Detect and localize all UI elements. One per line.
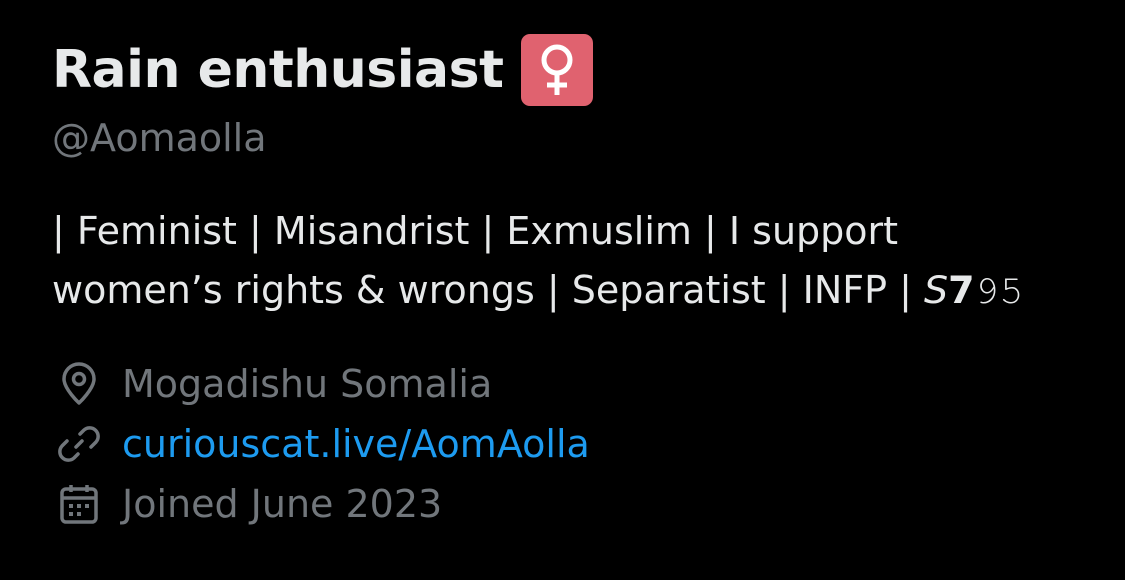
website-row: curiouscat.live/AomAolla: [52, 414, 1102, 474]
location-pin-icon: [54, 359, 104, 409]
location-row: Mogadishu Somalia: [52, 354, 1102, 414]
display-name: Rain enthusiast: [52, 40, 504, 100]
bio-line-2: women’s rights & wrongs | Separatist | I…: [52, 268, 1024, 312]
profile-header: Rain enthusiast @Aomaolla | Feminist | M…: [52, 28, 1102, 534]
link-icon: [54, 419, 104, 469]
female-sign-icon: [521, 34, 594, 106]
username-handle[interactable]: @Aomaolla: [52, 114, 1102, 162]
calendar-icon: [54, 479, 104, 529]
location-text: Mogadishu Somalia: [122, 362, 493, 406]
bio-line-1: | Feminist | Misandrist | Exmuslim | I s…: [52, 209, 899, 253]
name-row: Rain enthusiast: [52, 28, 1102, 112]
profile-bio: | Feminist | Misandrist | Exmuslim | I s…: [52, 202, 1072, 320]
profile-meta: Mogadishu Somalia curiouscat.live/AomAol…: [52, 354, 1102, 534]
joined-date: Joined June 2023: [122, 482, 443, 526]
joined-row: Joined June 2023: [52, 474, 1102, 534]
website-link[interactable]: curiouscat.live/AomAolla: [122, 422, 590, 466]
